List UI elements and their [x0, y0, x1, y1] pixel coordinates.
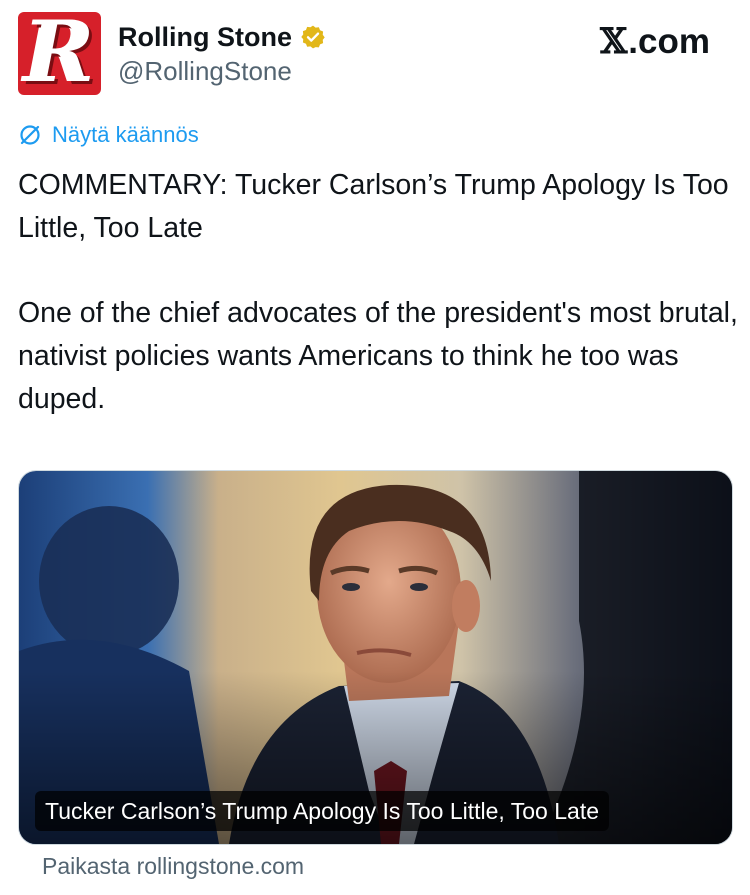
- tweet-text-body: One of the chief advocates of the presid…: [18, 297, 738, 415]
- translate-icon: [20, 125, 40, 145]
- avatar[interactable]: R: [18, 12, 101, 95]
- link-card[interactable]: Tucker Carlson’s Trump Apology Is Too Li…: [18, 470, 733, 845]
- tweet-text-headline: COMMENTARY: Tucker Carlson’s Trump Apolo…: [18, 169, 729, 244]
- article-photo: [19, 471, 732, 844]
- display-name[interactable]: Rolling Stone: [118, 20, 292, 54]
- site-watermark: 𝕏 .com: [600, 22, 710, 62]
- link-source-domain[interactable]: Paikasta rollingstone.com: [42, 850, 304, 882]
- x-logo-icon: 𝕏: [600, 21, 628, 62]
- show-translation-label: Näytä käännös: [52, 122, 199, 147]
- display-name-row[interactable]: Rolling Stone: [118, 20, 326, 54]
- link-card-title: Tucker Carlson’s Trump Apology Is Too Li…: [35, 791, 609, 831]
- show-translation-link[interactable]: Näytä käännös: [18, 120, 199, 150]
- verified-badge-icon: [301, 25, 325, 49]
- avatar-logo-letter: R: [24, 12, 95, 95]
- site-watermark-label: .com: [628, 22, 710, 61]
- user-handle[interactable]: @RollingStone: [118, 55, 292, 87]
